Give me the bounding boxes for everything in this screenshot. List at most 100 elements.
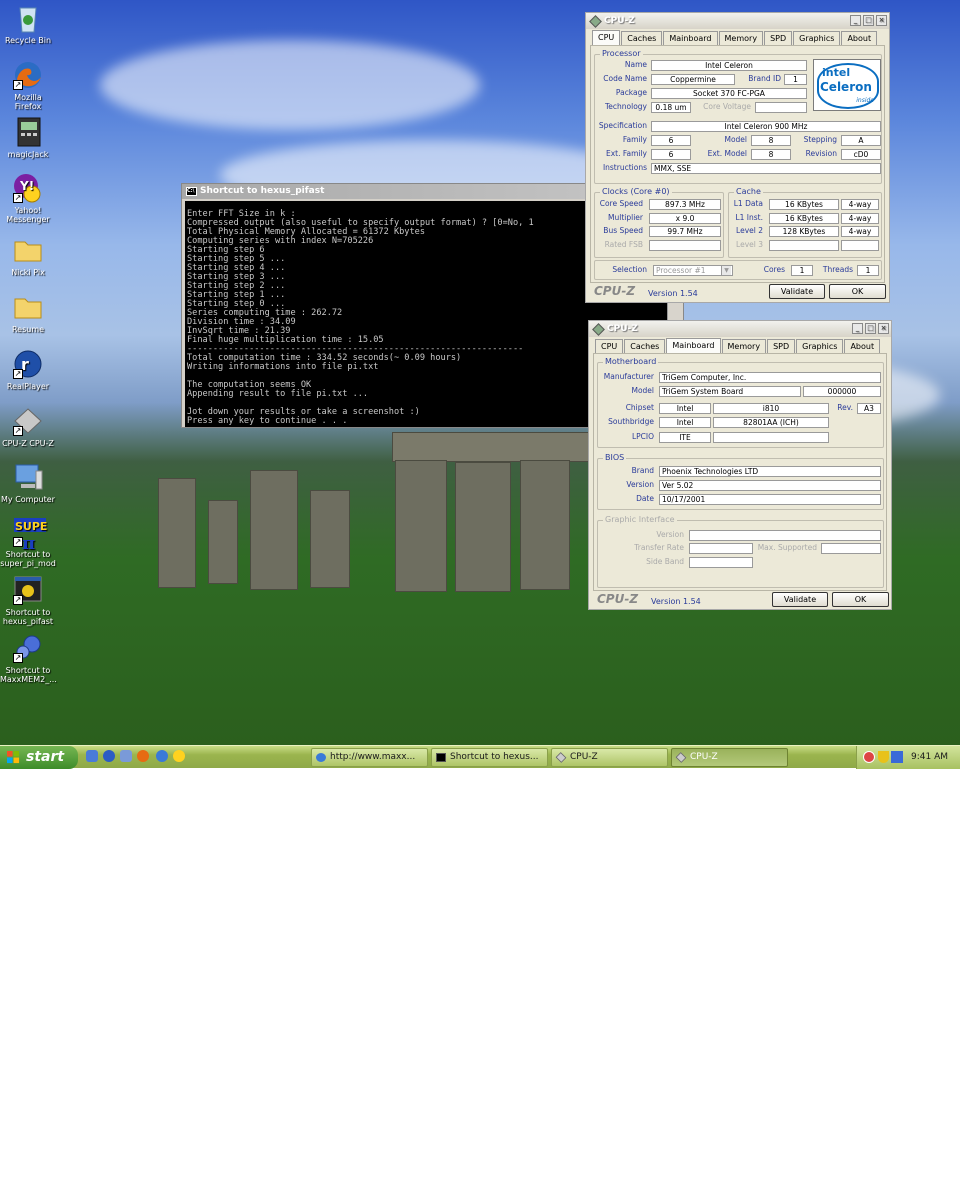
bios-date-value: 10/17/2001 — [659, 494, 881, 505]
standing-stone — [158, 478, 196, 588]
taskbar-button-cpuz-2[interactable]: CPU-Z — [671, 748, 788, 767]
tab-spd[interactable]: SPD — [767, 339, 796, 353]
desktop-icon-resume[interactable]: Resume — [0, 291, 56, 334]
standing-stone — [395, 460, 447, 592]
cpuz-icon — [675, 752, 687, 763]
tab-about[interactable]: About — [841, 31, 878, 45]
intel-celeron-logo: intel Celeron inside — [813, 59, 881, 111]
maxxmem-icon: ↗ — [12, 632, 44, 664]
standing-stone — [310, 490, 350, 588]
quicklaunch-firefox-icon[interactable] — [137, 750, 149, 762]
brandid-value: 1 — [784, 74, 807, 85]
group-label: Processor — [600, 49, 643, 59]
model-revision-value: 000000 — [803, 386, 881, 397]
desktop-icon-nicki-pix[interactable]: Nicki Pix — [0, 234, 56, 277]
bios-group: BIOS Brand Phoenix Technologies LTD Vers… — [597, 453, 884, 510]
cpuz-icon — [589, 15, 602, 28]
minimize-button[interactable]: _ — [850, 15, 861, 26]
model-label: Model — [631, 386, 654, 395]
desktop-icon-maxxmem[interactable]: ↗ Shortcut to MaxxMEM2_... — [0, 632, 57, 684]
network-icon[interactable] — [891, 751, 903, 763]
desktop-icon-recycle-bin[interactable]: Recycle Bin — [0, 2, 56, 45]
tray-chevron-icon[interactable] — [863, 751, 875, 763]
southbridge-label: Southbridge — [608, 417, 654, 426]
minimize-button[interactable]: _ — [852, 323, 863, 334]
taskbar-button-cpuz-1[interactable]: CPU-Z — [551, 748, 668, 767]
cpuz-cpu-titlebar[interactable]: CPU-Z _ □ × — [586, 13, 889, 29]
tab-mainboard[interactable]: Mainboard — [666, 338, 721, 353]
close-button[interactable]: × — [878, 323, 889, 334]
tab-graphics[interactable]: Graphics — [796, 339, 844, 353]
taskbar-button-console[interactable]: Shortcut to hexus... — [431, 748, 548, 767]
tab-memory[interactable]: Memory — [721, 339, 767, 353]
processor-select[interactable]: Processor #1 ▼ — [653, 265, 733, 276]
maximize-button[interactable]: □ — [863, 15, 874, 26]
tab-spd[interactable]: SPD — [764, 31, 793, 45]
tab-about[interactable]: About — [844, 339, 881, 353]
tab-cpu[interactable]: CPU — [592, 30, 621, 45]
name-value: Intel Celeron — [651, 60, 807, 71]
desktop-icon-realplayer[interactable]: r ↗ RealPlayer — [0, 348, 56, 391]
processor-group: Processor Name Intel Celeron Code Name C… — [594, 49, 882, 184]
desktop-icon-cpuz[interactable]: ↗ CPU-Z CPU-Z — [0, 405, 56, 448]
cores-label: Cores — [763, 265, 785, 274]
cpuz-mb-titlebar[interactable]: CPU-Z _ □ × — [589, 321, 891, 337]
quicklaunch-desktop-icon[interactable] — [120, 750, 132, 762]
codename-value: Coppermine — [651, 74, 735, 85]
quicklaunch-ie2-icon[interactable] — [156, 750, 168, 762]
group-label: Clocks (Core #0) — [600, 187, 672, 197]
quicklaunch-ie-icon[interactable] — [86, 750, 98, 762]
manufacturer-value: TriGem Computer, Inc. — [659, 372, 881, 383]
chevron-down-icon: ▼ — [721, 266, 731, 275]
taskbar-button-browser[interactable]: http://www.maxx... — [311, 748, 428, 767]
desktop-icon-hexus-pifast[interactable]: ↗ Shortcut to hexus_pifast — [0, 574, 56, 626]
console-title: Shortcut to hexus_pifast — [200, 186, 325, 196]
validate-button[interactable]: Validate — [769, 284, 825, 299]
recycle-bin-icon — [12, 2, 44, 34]
desktop-icon-super-pi[interactable]: SUPERπ↗ Shortcut to super_pi_mod — [0, 516, 56, 568]
group-label: BIOS — [603, 453, 627, 463]
tab-cpu[interactable]: CPU — [595, 339, 624, 353]
group-label: Motherboard — [603, 357, 659, 367]
stepping-value: A — [841, 135, 881, 146]
bios-date-label: Date — [636, 494, 654, 503]
desktop-icon-my-computer[interactable]: My Computer — [0, 461, 56, 504]
lpcio-value: ITE — [659, 432, 711, 443]
window-title: CPU-Z — [607, 324, 638, 334]
desktop-icon-magicjack[interactable]: magicJack — [0, 116, 56, 159]
ok-button[interactable]: OK — [832, 592, 889, 607]
tab-memory[interactable]: Memory — [718, 31, 764, 45]
cpuz-mainboard-window[interactable]: CPU-Z _ □ × CPU Caches Mainboard Memory … — [588, 320, 892, 610]
extmodel-label: Ext. Model — [707, 149, 747, 158]
spec-value: Intel Celeron 900 MHz — [651, 121, 881, 132]
graphic-interface-group: Graphic Interface Version Transfer Rate … — [597, 515, 884, 588]
clock[interactable]: 9:41 AM — [911, 752, 948, 762]
maximize-button[interactable]: □ — [865, 323, 876, 334]
window-title: CPU-Z — [604, 16, 635, 26]
bios-brand-value: Phoenix Technologies LTD — [659, 466, 881, 477]
ok-button[interactable]: OK — [829, 284, 886, 299]
cpuz-cpu-window[interactable]: CPU-Z _ □ × CPU Caches Mainboard Memory … — [585, 12, 890, 303]
desktop-icon-yahoo-messenger[interactable]: Y! ↗ Yahoo! Messenger — [0, 172, 56, 224]
cores-value: 1 — [791, 265, 813, 276]
southbridge-value: 82801AA (ICH) — [713, 417, 829, 428]
group-label: Graphic Interface — [603, 515, 677, 525]
tab-caches[interactable]: Caches — [624, 339, 666, 353]
start-button[interactable]: start — [0, 746, 78, 769]
chipset-value: i810 — [713, 403, 829, 414]
gi-transfer-value — [689, 543, 753, 554]
shield-icon[interactable] — [878, 751, 889, 763]
l1data-label: L1 Data — [733, 199, 763, 208]
tab-graphics[interactable]: Graphics — [793, 31, 841, 45]
desktop-icon-firefox[interactable]: ↗ Mozilla Firefox — [0, 59, 56, 111]
chipset-vendor-value: Intel — [659, 403, 711, 414]
manufacturer-label: Manufacturer — [603, 372, 654, 381]
tab-caches[interactable]: Caches — [621, 31, 663, 45]
l1data-assoc: 4-way — [841, 199, 879, 210]
bios-version-label: Version — [626, 480, 654, 489]
quicklaunch-media-icon[interactable] — [103, 750, 115, 762]
validate-button[interactable]: Validate — [772, 592, 828, 607]
tab-mainboard[interactable]: Mainboard — [663, 31, 718, 45]
close-button[interactable]: × — [876, 15, 887, 26]
quicklaunch-messenger-icon[interactable] — [173, 750, 185, 762]
